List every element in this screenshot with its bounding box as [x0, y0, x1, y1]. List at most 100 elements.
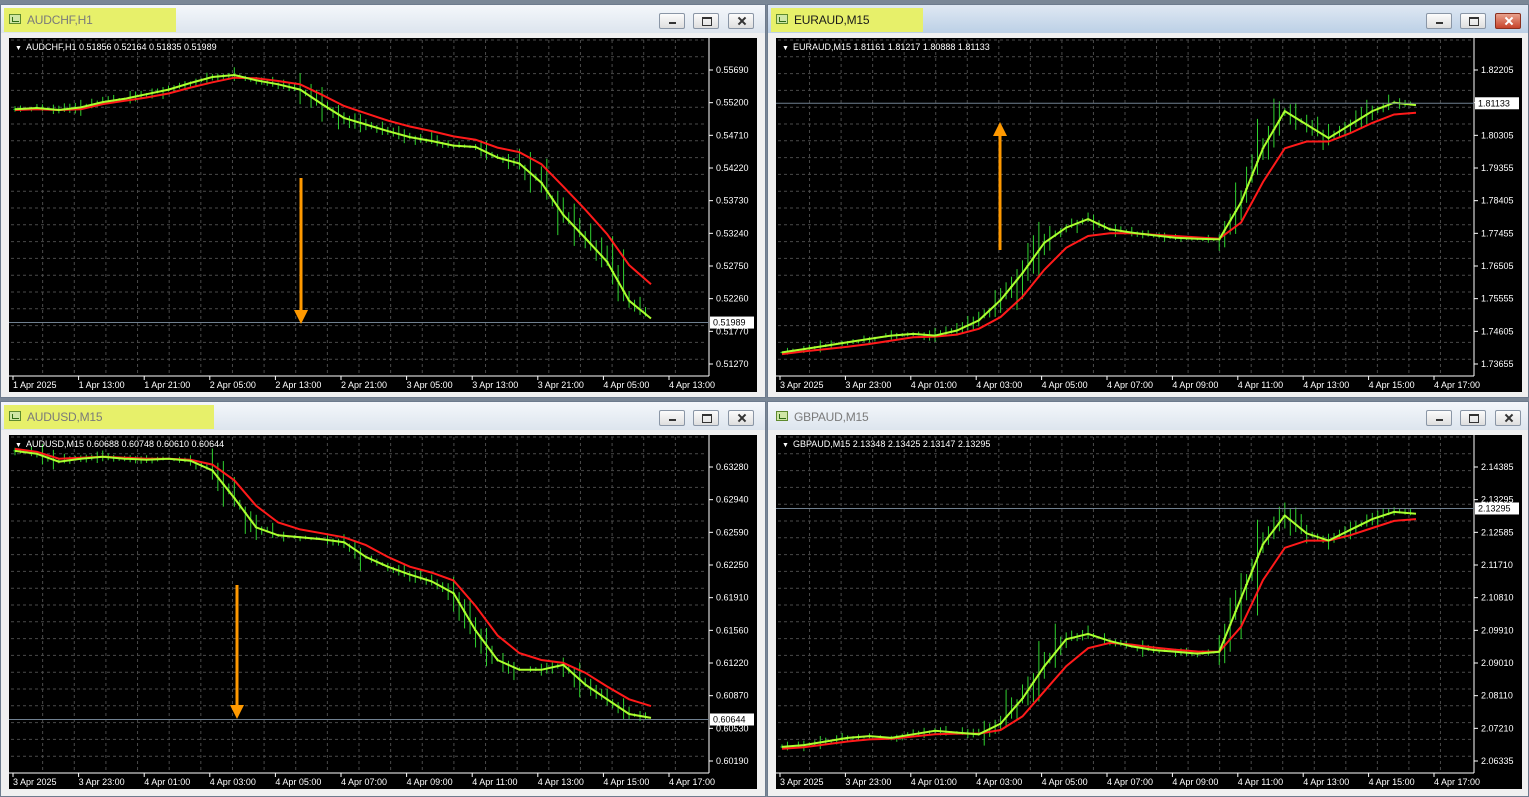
minimize-button[interactable] — [659, 410, 685, 426]
symbol-ohlc-text: EURAUD,M15 1.81161 1.81217 1.80888 1.811… — [792, 42, 990, 52]
y-tick-label: 0.62940 — [716, 495, 749, 505]
x-tick-label: 4 Apr 17:00 — [669, 777, 715, 787]
audchf-window[interactable]: AUDCHF,H1 0.55690 0.55200 0.54710 0.54220 0.… — [0, 4, 766, 398]
maximize-button[interactable] — [1460, 410, 1486, 426]
collapse-triangle-icon[interactable]: ▼ — [15, 45, 22, 52]
chart-info-label: ▼ AUDUSD,M15 0.60688 0.60748 0.60610 0.60… — [15, 439, 224, 449]
candles — [13, 67, 648, 317]
chart-info-label: ▼ AUDCHF,H1 0.51856 0.52164 0.51835 0.519… — [15, 42, 217, 52]
arrow-head — [230, 705, 244, 719]
y-tick-label: 0.55200 — [716, 98, 749, 108]
gbpaud-window[interactable]: GBPAUD,M15 2.14385 2.13295 2.12585 2.11710 2… — [767, 401, 1529, 797]
y-tick-label: 0.61560 — [716, 625, 749, 635]
x-tick-label: 3 Apr 05:00 — [407, 380, 453, 390]
y-tick-label: 2.06335 — [1481, 756, 1514, 766]
x-tick-label: 4 Apr 03:00 — [976, 777, 1022, 787]
x-tick-label: 4 Apr 09:00 — [407, 777, 453, 787]
x-tick-label: 3 Apr 13:00 — [472, 380, 518, 390]
x-tick-label: 4 Apr 13:00 — [538, 777, 584, 787]
current-price-label: 0.60644 — [713, 714, 746, 724]
y-tick-label: 0.53240 — [716, 228, 749, 238]
x-tick-label: 4 Apr 13:00 — [669, 380, 715, 390]
window-title: EURAUD,M15 — [794, 13, 870, 27]
x-tick-label: 4 Apr 01:00 — [911, 380, 957, 390]
symbol-ohlc-text: AUDUSD,M15 0.60688 0.60748 0.60610 0.606… — [25, 439, 225, 449]
x-tick-label: 4 Apr 17:00 — [1434, 380, 1480, 390]
window-title: AUDUSD,M15 — [27, 410, 103, 424]
x-tick-label: 4 Apr 13:00 — [1303, 380, 1349, 390]
y-tick-label: 0.54710 — [716, 130, 749, 140]
window-titlebar[interactable]: EURAUD,M15 — [768, 5, 1528, 33]
chart-plot-area[interactable]: 2.14385 2.13295 2.12585 2.11710 2.10810 2.099… — [776, 435, 1522, 789]
x-tick-label: 4 Apr 07:00 — [1107, 777, 1153, 787]
y-tick-label: 2.14385 — [1481, 462, 1514, 472]
x-tick-label: 4 Apr 05:00 — [275, 777, 321, 787]
chart-plot-area[interactable]: 0.55690 0.55200 0.54710 0.54220 0.53730 0.532… — [9, 38, 757, 392]
window-title: GBPAUD,M15 — [794, 410, 869, 424]
chart-grid — [11, 39, 707, 377]
y-tick-label: 2.11710 — [1481, 560, 1513, 570]
close-button[interactable] — [1495, 13, 1521, 29]
chart-svg: 1.82205 1.81133 1.80305 1.79355 1.78405 1.774… — [776, 38, 1519, 390]
x-tick-label: 4 Apr 11:00 — [1238, 777, 1283, 787]
minimize-button[interactable] — [1426, 410, 1452, 426]
chart-window-icon — [9, 411, 21, 421]
collapse-triangle-icon[interactable]: ▼ — [782, 442, 789, 449]
maximize-button[interactable] — [1460, 13, 1486, 29]
y-tick-label: 0.60190 — [716, 756, 749, 766]
collapse-triangle-icon[interactable]: ▼ — [15, 442, 22, 449]
x-tick-label: 4 Apr 05:00 — [1042, 777, 1088, 787]
x-tick-label: 3 Apr 2025 — [13, 777, 57, 787]
y-tick-label: 1.79355 — [1481, 163, 1514, 173]
window-titlebar[interactable]: AUDUSD,M15 — [1, 402, 765, 430]
x-tick-label: 4 Apr 05:00 — [1042, 380, 1088, 390]
y-tick-label: 1.80305 — [1481, 130, 1514, 140]
x-tick-label: 3 Apr 23:00 — [845, 380, 891, 390]
y-tick-label: 0.52260 — [716, 294, 749, 304]
x-tick-label: 1 Apr 13:00 — [79, 380, 125, 390]
symbol-ohlc-text: AUDCHF,H1 0.51856 0.52164 0.51835 0.5198… — [25, 42, 217, 52]
minimize-button[interactable] — [659, 13, 685, 29]
fast-ma-line — [781, 510, 1417, 748]
maximize-button[interactable] — [693, 13, 719, 29]
euraud-window[interactable]: EURAUD,M15 1.822051.811331.803051.793551… — [767, 4, 1529, 398]
chart-grid — [11, 436, 707, 774]
x-tick-label: 4 Apr 15:00 — [1369, 777, 1415, 787]
chart-window-icon — [776, 14, 788, 24]
collapse-triangle-icon[interactable]: ▼ — [782, 45, 789, 52]
chart-grid — [778, 39, 1472, 377]
close-button[interactable] — [1495, 410, 1521, 426]
y-tick-label: 1.77455 — [1481, 228, 1514, 238]
minimize-button[interactable] — [1426, 13, 1452, 29]
maximize-button[interactable] — [693, 410, 719, 426]
window-titlebar[interactable]: AUDCHF,H1 — [1, 5, 765, 33]
x-tick-label: 3 Apr 23:00 — [79, 777, 125, 787]
y-tick-label: 0.62590 — [716, 527, 749, 537]
y-tick-label: 2.08110 — [1481, 691, 1513, 701]
x-tick-label: 4 Apr 09:00 — [1172, 777, 1218, 787]
y-tick-label: 0.62250 — [716, 560, 749, 570]
x-tick-label: 1 Apr 2025 — [13, 380, 57, 390]
y-tick-label: 0.61220 — [716, 658, 749, 668]
y-tick-label: 0.53730 — [716, 196, 749, 206]
chart-plot-area[interactable]: 1.82205 1.81133 1.80305 1.79355 1.78405 1.774… — [776, 38, 1522, 392]
y-tick-label: 0.54220 — [716, 163, 749, 173]
y-tick-label: 2.09910 — [1481, 625, 1514, 635]
x-tick-label: 4 Apr 15:00 — [603, 777, 649, 787]
x-tick-label: 2 Apr 13:00 — [275, 380, 321, 390]
y-tick-label: 0.55690 — [716, 65, 749, 75]
x-tick-label: 4 Apr 11:00 — [1238, 380, 1283, 390]
close-button[interactable] — [728, 410, 754, 426]
window-title: AUDCHF,H1 — [27, 13, 93, 27]
y-tick-label: 1.78405 — [1481, 196, 1514, 206]
x-tick-label: 4 Apr 09:00 — [1172, 380, 1218, 390]
window-titlebar[interactable]: GBPAUD,M15 — [768, 402, 1528, 430]
x-tick-label: 3 Apr 2025 — [780, 380, 824, 390]
audusd-window[interactable]: AUDUSD,M15 0.63280 0.62940 0.62590 0.62250 0… — [0, 401, 766, 797]
candles — [13, 444, 648, 722]
y-tick-label: 2.10810 — [1481, 593, 1514, 603]
chart-plot-area[interactable]: 0.63280 0.62940 0.62590 0.62250 0.61910 0.615… — [9, 435, 757, 789]
y-tick-label: 1.82205 — [1481, 65, 1514, 75]
y-tick-label: 2.07210 — [1481, 723, 1514, 733]
close-button[interactable] — [728, 13, 754, 29]
